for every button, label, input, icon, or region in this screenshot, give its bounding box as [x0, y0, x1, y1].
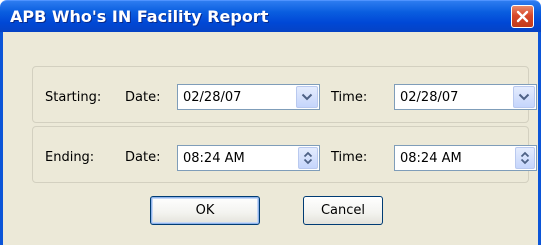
title-bar[interactable]: APB Who's IN Facility Report	[0, 0, 541, 32]
starting-date-dropdown[interactable]: 02/28/07	[177, 84, 320, 110]
ending-label: Ending:	[45, 150, 95, 165]
close-button[interactable]	[511, 5, 534, 28]
spinner-arrows-icon	[303, 151, 313, 165]
ending-time-spin-button[interactable]	[515, 147, 535, 169]
ending-date-spin-button[interactable]	[298, 147, 318, 169]
starting-date-dropdown-button[interactable]	[296, 86, 318, 108]
ending-date-label: Date:	[125, 150, 161, 165]
ending-time-spinner[interactable]: 08:24 AM	[394, 145, 537, 171]
chevron-down-icon	[301, 93, 313, 101]
starting-time-dropdown[interactable]: 02/28/07	[394, 84, 537, 110]
cancel-button[interactable]: Cancel	[303, 196, 383, 225]
starting-time-dropdown-button[interactable]	[513, 86, 535, 108]
ending-time-label: Time:	[331, 150, 368, 165]
close-icon	[516, 10, 529, 23]
window-title: APB Who's IN Facility Report	[10, 7, 269, 26]
ok-button[interactable]: OK	[150, 196, 260, 225]
starting-date-label: Date:	[125, 90, 161, 105]
starting-date-value: 02/28/07	[183, 90, 242, 105]
dialog-window: APB Who's IN Facility Report Starting: D…	[0, 0, 541, 245]
ending-date-spinner[interactable]: 08:24 AM	[177, 145, 320, 171]
ending-time-value: 08:24 AM	[400, 151, 462, 166]
starting-time-value: 02/28/07	[400, 90, 459, 105]
starting-time-label: Time:	[331, 90, 368, 105]
starting-label: Starting:	[45, 90, 102, 105]
chevron-down-icon	[518, 93, 530, 101]
spinner-arrows-icon	[520, 151, 530, 165]
ending-date-value: 08:24 AM	[183, 151, 245, 166]
